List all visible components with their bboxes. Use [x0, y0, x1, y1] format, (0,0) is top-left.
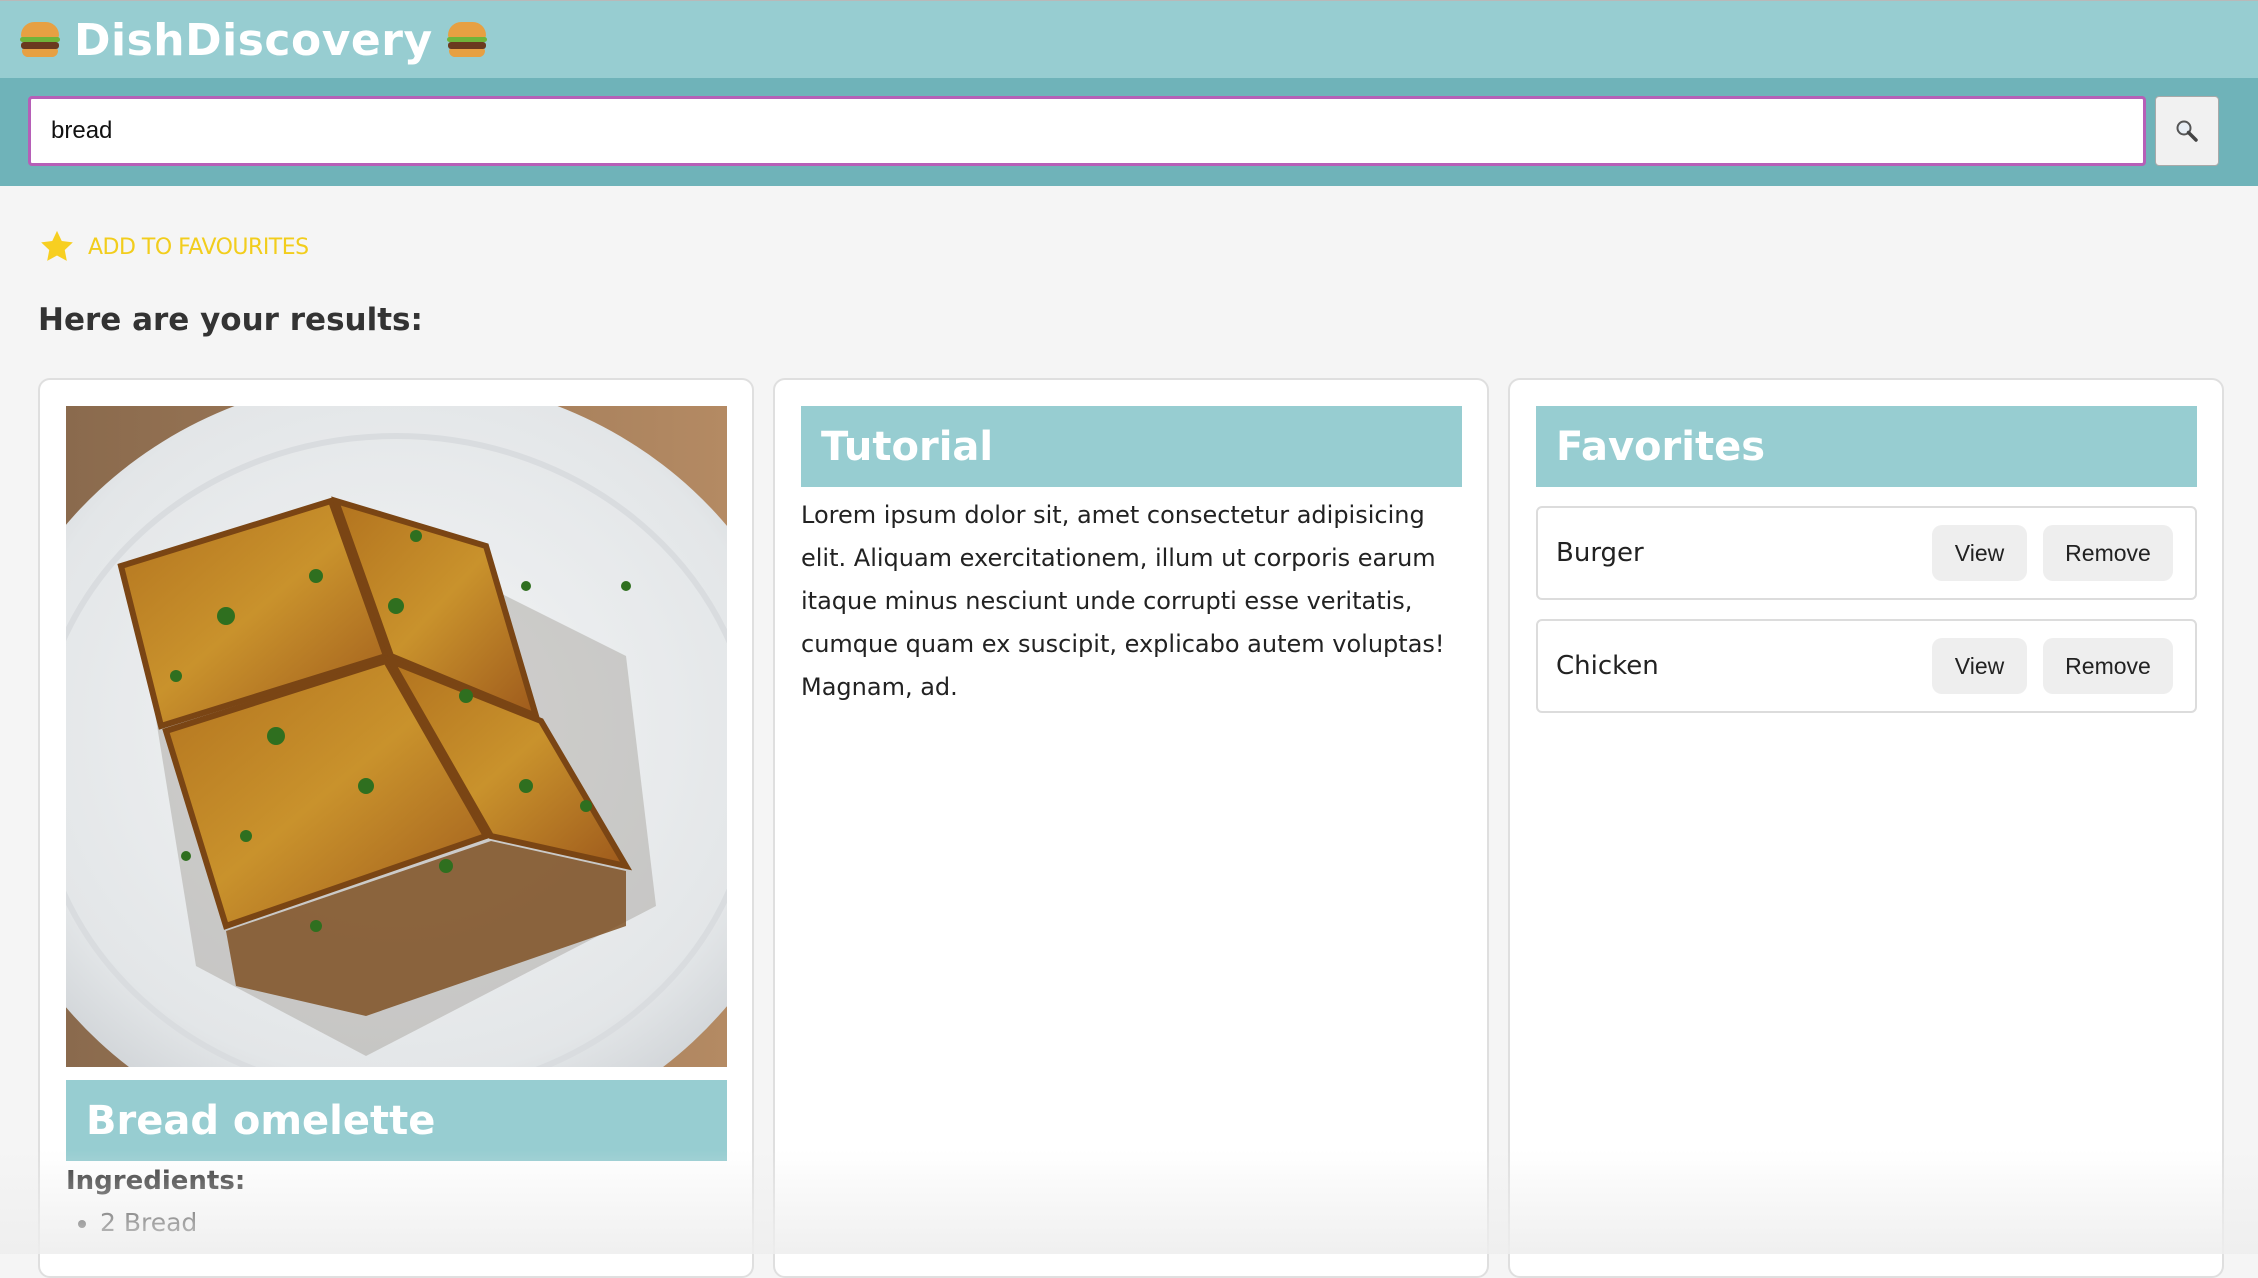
list-item: 2 Bread	[100, 1208, 197, 1237]
favorites-card: Favorites Burger View Remove Chicken Vie…	[1508, 378, 2224, 1278]
dish-photo	[66, 406, 727, 1067]
burger-icon	[446, 20, 487, 60]
magnifier-icon	[2176, 120, 2198, 142]
favorite-item: Burger View Remove	[1536, 506, 2197, 600]
tutorial-text: Lorem ipsum dolor sit, amet consectetur …	[801, 501, 1445, 701]
dish-name: Bread omelette	[66, 1080, 727, 1161]
tutorial-card: Tutorial Lorem ipsum dolor sit, amet con…	[773, 378, 1489, 1278]
results-heading: Here are your results:	[38, 302, 423, 338]
ingredients-list: 2 Bread	[66, 1208, 197, 1237]
favorites-title: Favorites	[1536, 406, 2197, 487]
search-button[interactable]	[2155, 96, 2219, 166]
view-button[interactable]: View	[1932, 525, 2027, 581]
favorite-item: Chicken View Remove	[1536, 619, 2197, 713]
favorite-item-name: Burger	[1556, 538, 1644, 568]
brand[interactable]: DishDiscovery	[20, 7, 487, 73]
ingredients-label: Ingredients:	[66, 1166, 246, 1196]
add-to-favourites-link[interactable]: ADD TO FAVOURITES	[38, 228, 309, 266]
star-icon	[41, 230, 73, 261]
remove-button[interactable]: Remove	[2043, 638, 2173, 694]
app-title: DishDiscovery	[74, 14, 433, 66]
burger-icon	[20, 20, 60, 60]
favorite-item-name: Chicken	[1556, 651, 1659, 681]
remove-button[interactable]: Remove	[2043, 525, 2173, 581]
app-header: DishDiscovery	[0, 0, 2258, 78]
tutorial-title: Tutorial	[801, 406, 1462, 487]
search-input[interactable]	[28, 96, 2146, 166]
dish-card: Bread omelette Ingredients: 2 Bread	[38, 378, 754, 1278]
view-button[interactable]: View	[1932, 638, 2027, 694]
search-bar	[0, 78, 2258, 186]
add-to-favourites-label: ADD TO FAVOURITES	[88, 234, 309, 260]
